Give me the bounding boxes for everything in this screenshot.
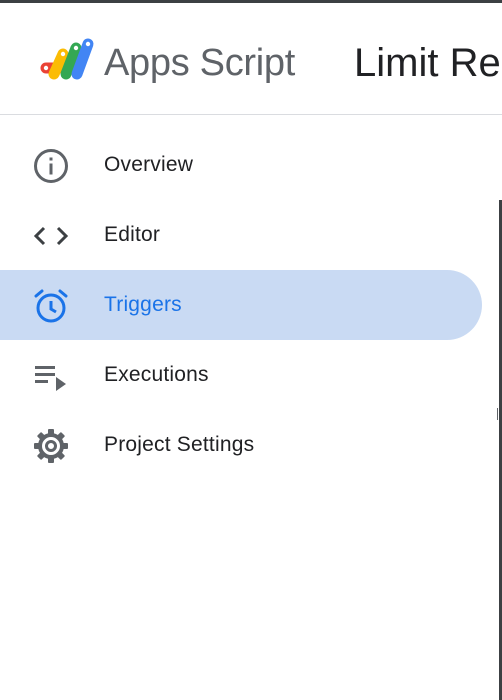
sidebar-item-label: Executions xyxy=(104,363,209,386)
sidebar-item-label: Project Settings xyxy=(104,433,255,456)
info-icon xyxy=(32,147,70,185)
gear-icon xyxy=(32,427,70,465)
executions-list-icon xyxy=(32,357,70,395)
sidebar-item-triggers[interactable]: Triggers xyxy=(0,270,482,340)
code-icon xyxy=(32,217,70,255)
apps-script-logo-icon[interactable] xyxy=(36,34,96,86)
content-panel-mark xyxy=(497,408,500,420)
sidebar-item-editor[interactable]: Editor xyxy=(0,200,482,270)
sidebar-nav: Overview Editor Triggers Executions Proj… xyxy=(0,130,482,480)
sidebar-item-label: Editor xyxy=(104,223,161,246)
sidebar-item-project-settings[interactable]: Project Settings xyxy=(0,410,482,480)
app-header: Apps Script Limit Re xyxy=(0,3,502,115)
app-name[interactable]: Apps Script xyxy=(104,41,295,85)
project-title[interactable]: Limit Re xyxy=(354,40,501,86)
sidebar-item-executions[interactable]: Executions xyxy=(0,340,482,410)
sidebar-item-overview[interactable]: Overview xyxy=(0,130,482,200)
sidebar-item-label: Triggers xyxy=(104,293,182,316)
sidebar-item-label: Overview xyxy=(104,153,194,176)
alarm-clock-icon xyxy=(32,287,70,325)
